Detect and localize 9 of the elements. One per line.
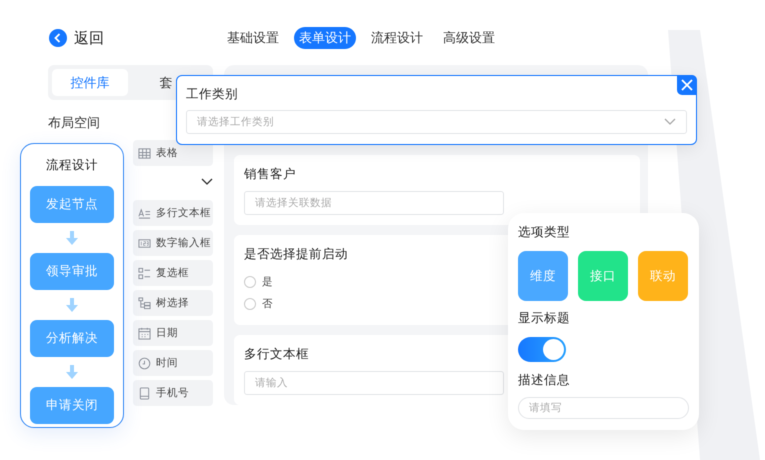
card-title: 流程设计: [46, 157, 98, 174]
field-label: 多行文本框: [244, 346, 309, 363]
option-label: 显示标题: [518, 310, 571, 327]
field-label: 销售客户: [244, 166, 296, 183]
field-label: 是否选择提前启动: [244, 246, 348, 263]
field-label: 工作类别: [186, 86, 239, 103]
option-label: 描述信息: [518, 372, 571, 389]
option-label: 选项类型: [518, 224, 571, 241]
section-title: 布局空间: [48, 115, 100, 132]
